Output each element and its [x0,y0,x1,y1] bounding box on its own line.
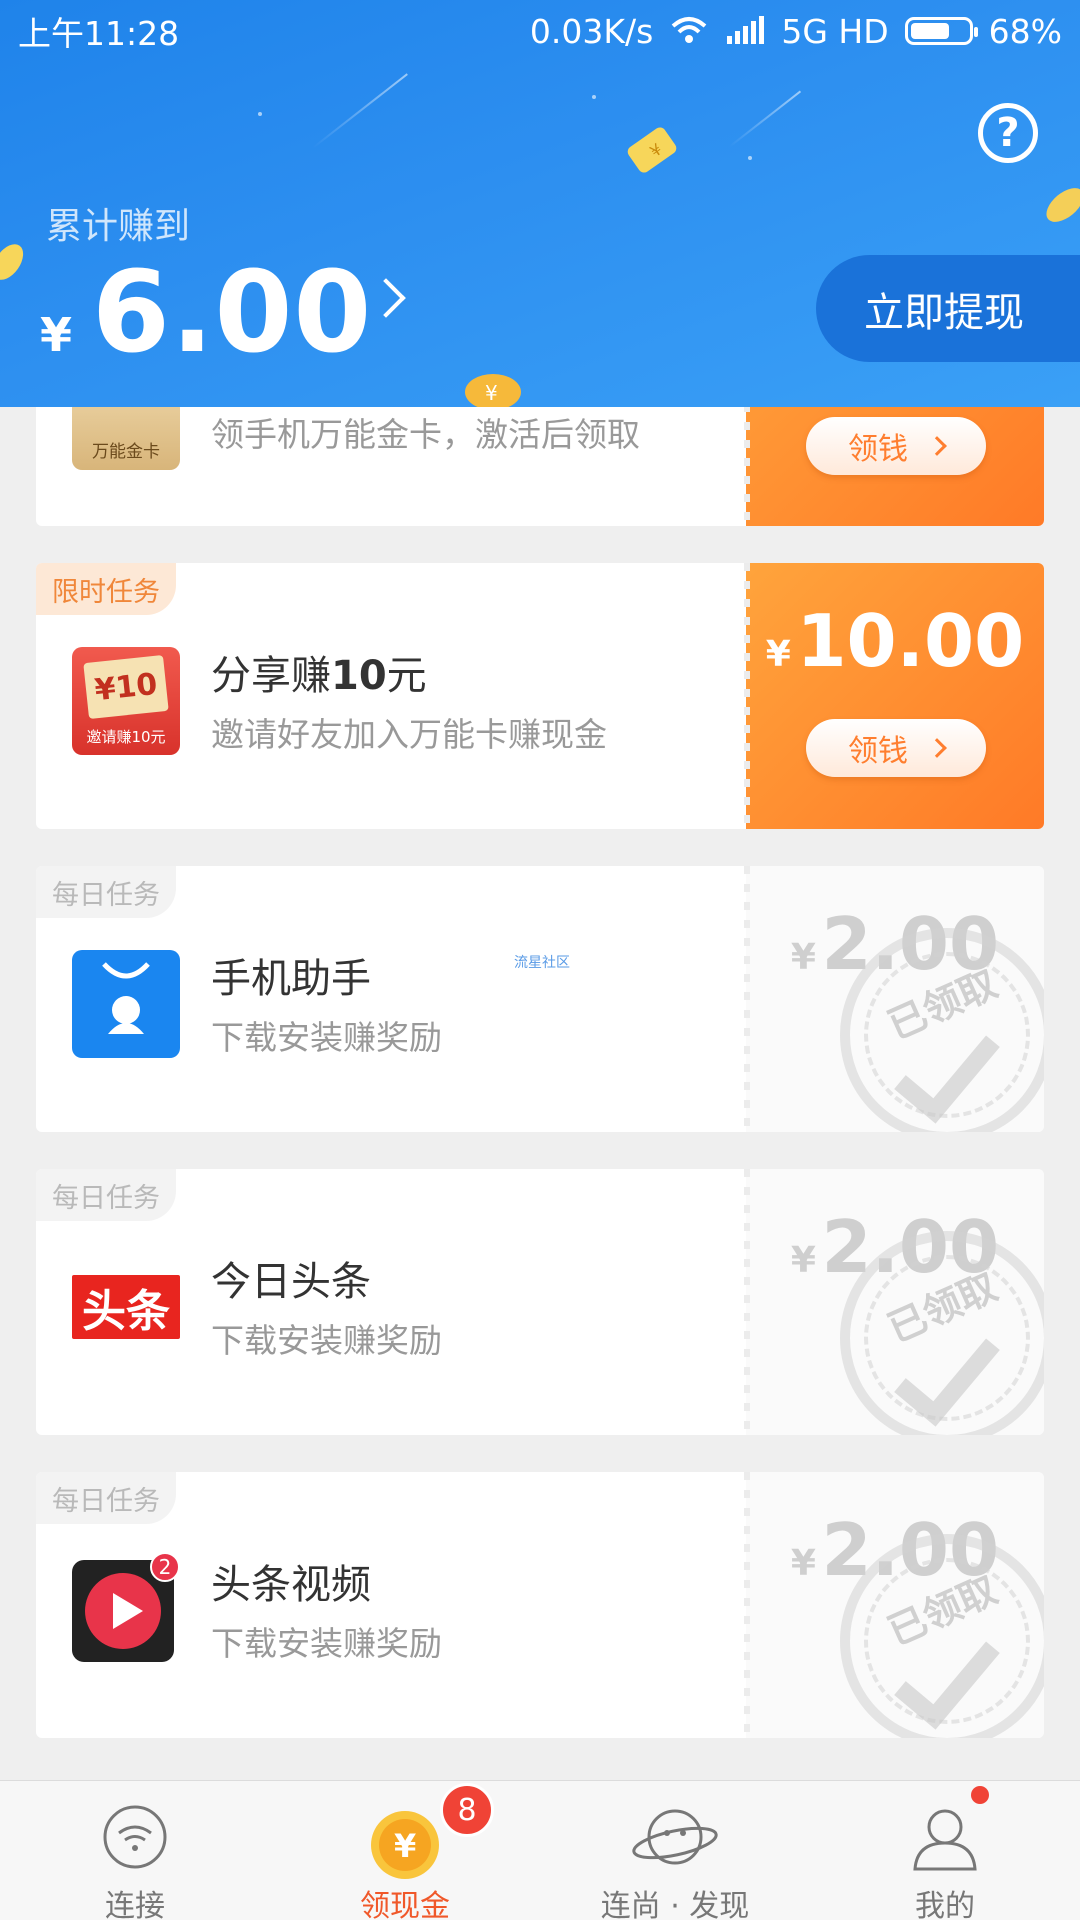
network-speed: 0.03K/s [529,11,654,51]
task-title: 分享赚10元 [211,643,427,701]
tab-discover[interactable]: 连尚 · 发现 [540,1781,810,1920]
tab-label: 领现金 [360,1889,450,1920]
earned-value: 6.00 [92,248,373,378]
decor-streak [728,90,802,148]
reward-amount: ¥ 10.00 [746,599,1044,683]
task-desc: 下载安装赚奖励 [211,1321,442,1360]
gold-card-label: 万能金卡 [92,442,160,462]
task-tag: 限时任务 [36,563,176,615]
tab-label: 我的 [915,1889,975,1920]
currency-symbol: ¥ [765,634,791,675]
task-card-phone-assistant[interactable]: 每日任务 手机助手 下载安装赚奖励 ¥ 2.00 已领取 [36,866,1044,1132]
claimed-stamp-icon: 已领取 [840,1534,1044,1738]
task-title-number: 10 [331,653,387,699]
task-card-toutiao[interactable]: 每日任务 头条 今日头条 下载安装赚奖励 ¥ 2.00 已领取 [36,1169,1044,1435]
watermark: 流星社区 [514,955,570,971]
coin-icon: ¥ [371,1811,439,1879]
decor-streak [312,73,408,149]
task-desc: 下载安装赚奖励 [211,1018,442,1057]
task-title: 手机助手 [211,956,371,1002]
planet-icon [632,1809,718,1865]
task-tag: 每日任务 [36,1169,176,1221]
decor-dot [592,95,596,99]
status-bar: 上午11:28 0.03K/s 5G HD 68% [0,0,1080,62]
notification-dot [971,1786,989,1804]
flying-coin-icon [1046,188,1080,222]
claim-label: 领钱 [848,734,908,769]
task-desc: 邀请好友加入万能卡赚现金 [211,715,607,754]
tab-cash[interactable]: ¥ 领现金 [270,1781,540,1920]
invite-reward-icon: ¥10 邀请赚10元 [72,647,180,755]
network-type: 5G HD [781,11,889,51]
reward-value: 10.00 [796,599,1025,683]
task-desc: 下载安装赚奖励 [211,1624,442,1663]
app-badge: 2 [150,1552,180,1582]
invite-icon-caption: 邀请赚10元 [86,728,166,746]
toutiao-video-icon: 2 [72,1552,180,1662]
toutiao-icon: 头条 [72,1275,180,1339]
battery-icon [904,17,978,45]
cell-signal-icon [727,16,765,44]
battery-level: 68% [988,11,1062,51]
user-icon [913,1809,977,1871]
task-card-toutiao-video[interactable]: 每日任务 2 头条视频 下载安装赚奖励 ¥ 2.00 已领取 [36,1472,1044,1738]
svg-text:¥: ¥ [485,381,498,405]
claimed-stamp-icon: 已领取 [840,928,1044,1132]
claim-button[interactable]: 领钱 [806,417,986,475]
currency-symbol: ¥ [790,937,816,978]
task-tag: 每日任务 [36,866,176,918]
help-button[interactable]: ? [978,103,1038,163]
task-title-suffix: 元 [386,653,427,699]
currency-symbol: ¥ [790,1543,816,1584]
decor-dot [258,112,262,116]
task-title-prefix: 分享赚 [211,653,331,699]
claimed-stamp-icon: 已领取 [840,1231,1044,1435]
decor-dot [748,156,752,160]
task-title: 头条视频 [211,1562,371,1608]
wifi-icon [103,1805,167,1869]
task-desc: 领手机万能金卡，激活后领取 [211,415,640,454]
flying-coin-icon: ¥ [465,374,521,407]
earned-amount[interactable]: ¥ 6.00 [40,248,372,378]
header-banner: ¥ ¥ 上午11:28 0.03K/s 5G HD 68% ? 累计赚到 ¥ 6… [0,0,1080,407]
task-card-share: 限时任务 ¥10 邀请赚10元 分享赚10元 邀请好友加入万能卡赚现金 ¥ 10… [36,563,1044,829]
tab-connect[interactable]: 连接 [0,1781,270,1920]
tab-label: 连尚 · 发现 [600,1889,750,1920]
currency-symbol: ¥ [40,308,73,362]
claim-label: 领钱 [848,432,908,467]
cash-badge: 8 [440,1783,494,1837]
phone-assistant-icon [72,950,180,1058]
gold-card-icon: 万能金卡 [72,398,180,470]
invite-icon-value: ¥10 [83,654,169,720]
flying-coin-icon [0,244,24,280]
tab-me[interactable]: 我的 [810,1781,1080,1920]
task-title: 今日头条 [211,1259,371,1305]
task-tag: 每日任务 [36,1472,176,1524]
earned-label: 累计赚到 [46,206,191,247]
wifi-signal-icon [672,17,707,43]
tab-label: 连接 [105,1889,165,1920]
chevron-right-icon [927,738,947,758]
bottom-nav: 连接 ¥ 领现金 连尚 · 发现 我的 [0,1780,1080,1920]
coin-symbol: ¥ [394,1827,416,1865]
currency-symbol: ¥ [790,1240,816,1281]
chevron-right-icon [927,436,947,456]
status-time: 上午11:28 [18,14,180,53]
flying-bill-icon: ¥ [627,127,677,173]
withdraw-button[interactable]: 立即提现 [816,255,1080,362]
claim-button[interactable]: 领钱 [806,719,986,777]
